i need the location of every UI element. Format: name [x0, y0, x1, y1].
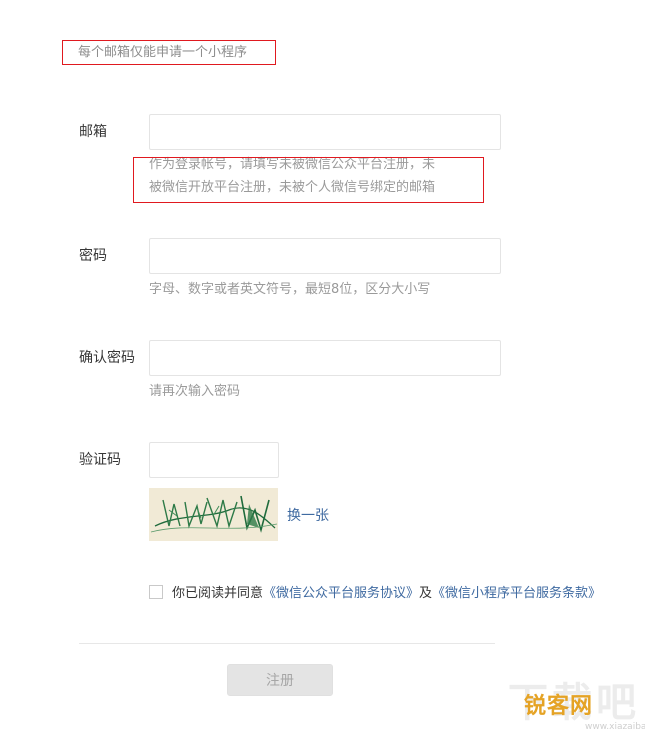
confirm-password-label: 确认密码 — [79, 350, 135, 366]
agreement-prefix: 你已阅读并同意 — [172, 586, 264, 601]
notice-banner: 每个邮箱仅能申请一个小程序 — [62, 40, 276, 65]
change-captcha-link[interactable]: 换一张 — [287, 505, 329, 525]
miniprogram-terms-link[interactable]: 《微信小程序平台服务条款》 — [432, 582, 601, 601]
watermark-brand: 锐客网 — [524, 694, 594, 719]
agreement-row: 你已阅读并同意 《微信公众平台服务协议》 及 《微信小程序平台服务条款》 — [149, 582, 601, 601]
register-button[interactable]: 注册 — [227, 664, 333, 696]
confirm-password-tip: 请再次输入密码 — [149, 384, 241, 399]
password-input[interactable] — [149, 238, 501, 274]
captcha-input[interactable] — [149, 442, 279, 478]
confirm-password-input[interactable] — [149, 340, 501, 376]
agreement-middle: 及 — [419, 586, 433, 601]
public-platform-agreement-link[interactable]: 《微信公众平台服务协议》 — [263, 582, 419, 601]
email-input[interactable] — [149, 114, 501, 150]
password-tip: 字母、数字或者英文符号，最短8位，区分大小写 — [149, 282, 431, 297]
email-label: 邮箱 — [79, 124, 107, 140]
captcha-image[interactable] — [149, 488, 278, 541]
email-tip-highlight — [133, 157, 484, 203]
captcha-label: 验证码 — [79, 452, 121, 468]
password-label: 密码 — [79, 248, 107, 264]
watermark-url: www.xiazaiba.com — [585, 722, 645, 732]
agreement-checkbox[interactable] — [149, 584, 163, 599]
form-divider — [79, 643, 495, 644]
